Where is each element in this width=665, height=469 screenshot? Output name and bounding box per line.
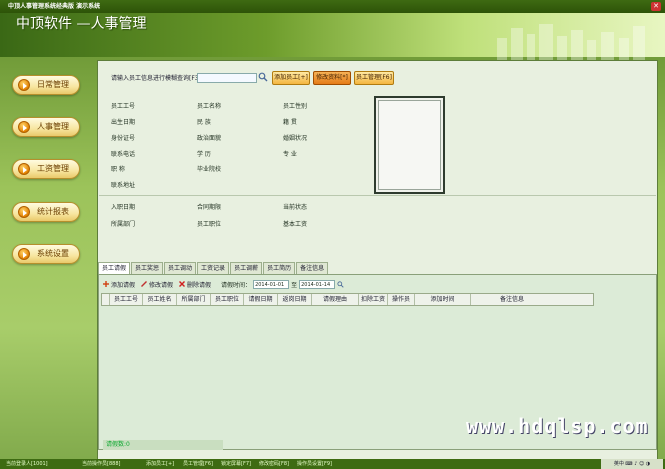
- column-header[interactable]: 扣除工资: [359, 294, 388, 305]
- close-icon[interactable]: ✕: [651, 2, 661, 11]
- field-department: 所属部门: [111, 221, 136, 228]
- search-input[interactable]: [197, 73, 257, 83]
- field-marital-status: 婚姻状况: [283, 135, 308, 142]
- field-education: 学 历: [197, 151, 211, 158]
- column-header[interactable]: 返岗日期: [278, 294, 312, 305]
- column-header[interactable]: 员工工号: [110, 294, 143, 305]
- field-graduate-school: 毕业院校: [197, 166, 222, 173]
- app-title: 中顶软件 —人事管理: [16, 16, 147, 32]
- tab-resume[interactable]: 员工简历: [263, 262, 296, 274]
- date-to-input[interactable]: 2014-01-14: [299, 279, 336, 289]
- tab-leave[interactable]: 员工请假: [98, 262, 131, 274]
- employee-photo: [378, 100, 441, 190]
- add-employee-button[interactable]: 添加员工[+]: [272, 71, 310, 85]
- field-current-status: 当前状态: [283, 204, 308, 211]
- nav-label: 统计报表: [37, 207, 69, 216]
- nav-salary-management-button[interactable]: 工资管理: [12, 159, 80, 179]
- delete-leave-button[interactable]: 删除请假: [179, 280, 211, 289]
- field-contract-term: 合同期限: [197, 204, 222, 211]
- delete-leave-label: 删除请假: [187, 281, 212, 289]
- detail-tabs: 员工请假 员工奖惩 员工调动 工资记录 员工调薪 员工简历 备注信息: [98, 262, 329, 274]
- date-to-separator: 至: [291, 281, 298, 289]
- field-employee-name: 员工名称: [197, 103, 222, 110]
- column-header[interactable]: 员工职位: [211, 294, 244, 305]
- watermark: www.hdqlsp.com: [466, 414, 649, 438]
- field-birth-date: 出生日期: [111, 119, 136, 126]
- row-indicator: [102, 294, 110, 305]
- edit-info-button[interactable]: 修改资料[*]: [313, 71, 351, 85]
- search-label: 请输入员工信息进行模糊查询[F3]: [111, 75, 201, 82]
- nav-label: 日常管理: [37, 80, 69, 89]
- tab-notes[interactable]: 备注信息: [296, 262, 329, 274]
- column-header[interactable]: 添加时间: [415, 294, 471, 305]
- field-major: 专 业: [283, 151, 297, 158]
- field-phone: 联系电话: [111, 151, 136, 158]
- column-header[interactable]: 操作员: [388, 294, 415, 305]
- field-title: 职 称: [111, 166, 125, 173]
- column-header[interactable]: 请假日期: [244, 294, 278, 305]
- ime-tray[interactable]: 英中 ⌨ ♪ ☺ ◑: [601, 459, 663, 469]
- window-title: 中顶人事管理系统经典版 演示系统: [0, 0, 665, 13]
- edit-leave-label: 修改请假: [149, 281, 174, 289]
- pencil-icon: [141, 281, 148, 287]
- field-hire-date: 入职日期: [111, 204, 136, 211]
- arrow-right-icon: [18, 248, 30, 260]
- status-shortcut-lock-screen[interactable]: 锁定屏幕[F7]: [221, 459, 251, 469]
- arrow-right-icon: [18, 206, 30, 218]
- status-shortcut-employee-manage[interactable]: 员工管理[F6]: [183, 459, 213, 469]
- plus-icon: [103, 281, 109, 287]
- status-shortcut-add-employee[interactable]: 添加员工[+]: [146, 459, 174, 469]
- add-leave-label: 添加请假: [111, 281, 136, 289]
- leave-date-label: 请假时间：: [221, 281, 252, 289]
- nav-label: 工资管理: [37, 164, 69, 173]
- status-login-user: 当前登录人[1001]: [6, 461, 48, 467]
- nav-daily-management-button[interactable]: 日常管理: [12, 75, 80, 95]
- column-header[interactable]: 所属部门: [177, 294, 211, 305]
- tab-salary-adjust[interactable]: 员工调薪: [230, 262, 263, 274]
- column-header[interactable]: 请假理由: [312, 294, 359, 305]
- status-operator: 当前操作员[888]: [82, 461, 121, 467]
- nav-personnel-management-button[interactable]: 人事管理: [12, 117, 80, 137]
- employee-manage-button[interactable]: 员工管理[F6]: [354, 71, 394, 85]
- add-leave-button[interactable]: 添加请假: [103, 280, 135, 289]
- delete-icon: [179, 281, 186, 287]
- leave-count: 请假数:0: [103, 440, 223, 450]
- divider: [99, 195, 656, 196]
- field-base-salary: 基本工资: [283, 221, 308, 228]
- field-employee-id: 员工工号: [111, 103, 136, 110]
- field-address: 联系地址: [111, 182, 136, 189]
- field-political-status: 政治面貌: [197, 135, 222, 142]
- search-icon[interactable]: [337, 280, 344, 288]
- status-shortcut-operator-settings[interactable]: 操作员设置[F9]: [297, 459, 332, 469]
- arrow-right-icon: [18, 79, 30, 91]
- column-header[interactable]: 员工姓名: [143, 294, 177, 305]
- arrow-right-icon: [18, 163, 30, 175]
- leave-toolbar: 添加请假 修改请假 删除请假 请假时间： 2014-01-01 至 2014-0…: [103, 278, 344, 290]
- edit-leave-button[interactable]: 修改请假: [141, 280, 173, 289]
- field-gender: 员工性别: [283, 103, 308, 110]
- arrow-right-icon: [18, 121, 30, 133]
- skyline-decoration-icon: [497, 24, 645, 60]
- tab-salary-records[interactable]: 工资记录: [197, 262, 230, 274]
- field-native-place: 籍 贯: [283, 119, 297, 126]
- date-from-input[interactable]: 2014-01-01: [253, 279, 290, 289]
- field-position: 员工职位: [197, 221, 222, 228]
- tab-rewards[interactable]: 员工奖惩: [131, 262, 164, 274]
- nav-statistics-report-button[interactable]: 统计报表: [12, 202, 80, 222]
- column-header[interactable]: 备注信息: [471, 294, 553, 305]
- field-ethnicity: 民 族: [197, 119, 211, 126]
- nav-label: 系统设置: [37, 249, 69, 258]
- leave-table-header: 员工工号 员工姓名 所属部门 员工职位 请假日期 返岗日期 请假理由 扣除工资 …: [101, 293, 594, 306]
- status-shortcut-change-password[interactable]: 修改密码[F8]: [259, 459, 289, 469]
- field-id-number: 身份证号: [111, 135, 136, 142]
- search-icon[interactable]: [258, 72, 268, 82]
- nav-label: 人事管理: [37, 122, 69, 131]
- tab-transfer[interactable]: 员工调动: [164, 262, 197, 274]
- nav-system-settings-button[interactable]: 系统设置: [12, 244, 80, 264]
